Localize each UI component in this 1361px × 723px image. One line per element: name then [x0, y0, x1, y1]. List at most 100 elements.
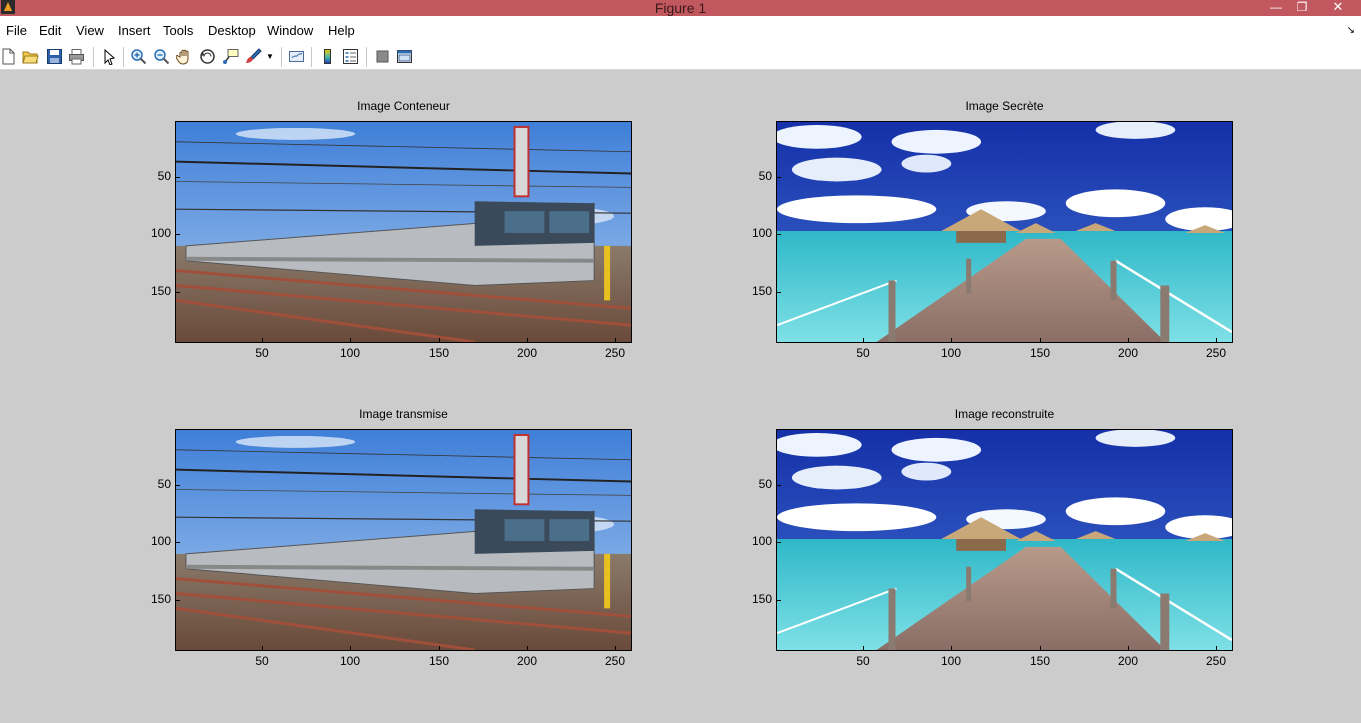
x-tick-label: 250 [1205, 346, 1227, 360]
x-tick-label: 100 [940, 654, 962, 668]
x-tick-label: 50 [856, 346, 870, 360]
menu-file[interactable]: File [6, 16, 27, 45]
axes-1[interactable] [175, 121, 632, 343]
image-train [176, 122, 631, 342]
y-tick-mark [777, 600, 781, 601]
x-tick-label: 150 [428, 346, 450, 360]
x-tick-mark [439, 646, 440, 650]
axes-title: Image Conteneur [357, 99, 450, 113]
print-icon[interactable] [68, 48, 85, 65]
x-tick-label: 250 [604, 654, 626, 668]
brush-dropdown-icon[interactable]: ▼ [266, 48, 276, 65]
x-tick-label: 250 [604, 346, 626, 360]
y-tick-mark [176, 292, 180, 293]
open-file-icon[interactable] [22, 48, 39, 65]
zoom-out-icon[interactable] [153, 48, 170, 65]
x-tick-label: 100 [940, 346, 962, 360]
x-tick-mark [350, 338, 351, 342]
y-tick-label: 50 [758, 477, 772, 491]
x-tick-label: 100 [339, 654, 361, 668]
maximize-button[interactable]: ❐ [1288, 0, 1316, 16]
window-titlebar: Figure 1 — ❐ ✕ [0, 0, 1361, 16]
y-tick-label: 150 [751, 284, 772, 298]
menu-window[interactable]: Window [267, 16, 313, 45]
minimize-button[interactable]: — [1262, 0, 1290, 16]
new-figure-icon[interactable] [0, 48, 17, 65]
x-tick-mark [1216, 338, 1217, 342]
axes-title: Image reconstruite [954, 407, 1055, 421]
x-tick-mark [951, 646, 952, 650]
x-tick-label: 200 [516, 654, 538, 668]
x-tick-label: 250 [1205, 654, 1227, 668]
x-tick-mark [615, 338, 616, 342]
menu-tools[interactable]: Tools [163, 16, 193, 45]
menu-edit[interactable]: Edit [39, 16, 61, 45]
y-tick-label: 100 [751, 534, 772, 548]
y-tick-mark [777, 542, 781, 543]
x-tick-mark [1040, 338, 1041, 342]
menu-view[interactable]: View [76, 16, 104, 45]
insert-legend-icon[interactable] [342, 48, 359, 65]
x-tick-label: 150 [1029, 654, 1051, 668]
image-beach [777, 122, 1232, 342]
axes-3[interactable] [175, 429, 632, 651]
x-tick-mark [615, 646, 616, 650]
axes-title: Image Secrète [965, 99, 1044, 113]
toolbar-separator [93, 47, 94, 67]
image-train [176, 430, 631, 650]
show-plot-tools-icon[interactable] [396, 48, 413, 65]
x-tick-mark [439, 338, 440, 342]
y-tick-label: 150 [150, 284, 171, 298]
x-tick-label: 200 [516, 346, 538, 360]
axes-4[interactable] [776, 429, 1233, 651]
x-tick-mark [863, 338, 864, 342]
y-tick-label: 150 [751, 592, 772, 606]
x-tick-mark [262, 646, 263, 650]
close-button[interactable]: ✕ [1320, 0, 1356, 16]
hide-plot-tools-icon[interactable] [374, 48, 391, 65]
x-tick-mark [262, 338, 263, 342]
window-title: Figure 1 [654, 0, 707, 16]
y-tick-label: 50 [157, 477, 171, 491]
link-plot-icon[interactable] [288, 48, 305, 65]
menu-bar: File Edit View Insert Tools Desktop Wind… [0, 16, 1361, 43]
insert-colorbar-icon[interactable] [319, 48, 336, 65]
x-tick-mark [1216, 646, 1217, 650]
x-tick-label: 200 [1117, 654, 1139, 668]
y-tick-mark [176, 234, 180, 235]
x-tick-label: 50 [856, 654, 870, 668]
x-tick-label: 200 [1117, 346, 1139, 360]
save-icon[interactable] [46, 48, 63, 65]
figure-toolbar: ▼ [0, 43, 1361, 70]
x-tick-mark [863, 646, 864, 650]
x-tick-mark [951, 338, 952, 342]
x-tick-label: 50 [255, 346, 269, 360]
toolbar-separator [311, 47, 312, 67]
y-tick-mark [777, 292, 781, 293]
edit-plot-icon[interactable] [101, 48, 118, 65]
image-beach [777, 430, 1232, 650]
y-tick-mark [176, 177, 180, 178]
data-cursor-icon[interactable] [222, 48, 239, 65]
rotate-3d-icon[interactable] [199, 48, 216, 65]
menu-help[interactable]: Help [328, 16, 355, 45]
x-tick-label: 50 [255, 654, 269, 668]
menu-desktop[interactable]: Desktop [208, 16, 256, 45]
toolbar-separator [281, 47, 282, 67]
brush-icon[interactable] [245, 48, 262, 65]
x-tick-mark [1128, 338, 1129, 342]
menu-insert[interactable]: Insert [118, 16, 151, 45]
axes-2[interactable] [776, 121, 1233, 343]
x-tick-mark [527, 646, 528, 650]
y-tick-mark [777, 177, 781, 178]
dock-figure-icon[interactable]: ↘ [1347, 25, 1355, 36]
y-tick-label: 150 [150, 592, 171, 606]
x-tick-mark [1128, 646, 1129, 650]
zoom-in-icon[interactable] [130, 48, 147, 65]
y-tick-label: 100 [150, 226, 171, 240]
y-tick-mark [777, 485, 781, 486]
y-tick-label: 100 [150, 534, 171, 548]
x-tick-label: 100 [339, 346, 361, 360]
x-tick-mark [527, 338, 528, 342]
pan-icon[interactable] [176, 48, 193, 65]
